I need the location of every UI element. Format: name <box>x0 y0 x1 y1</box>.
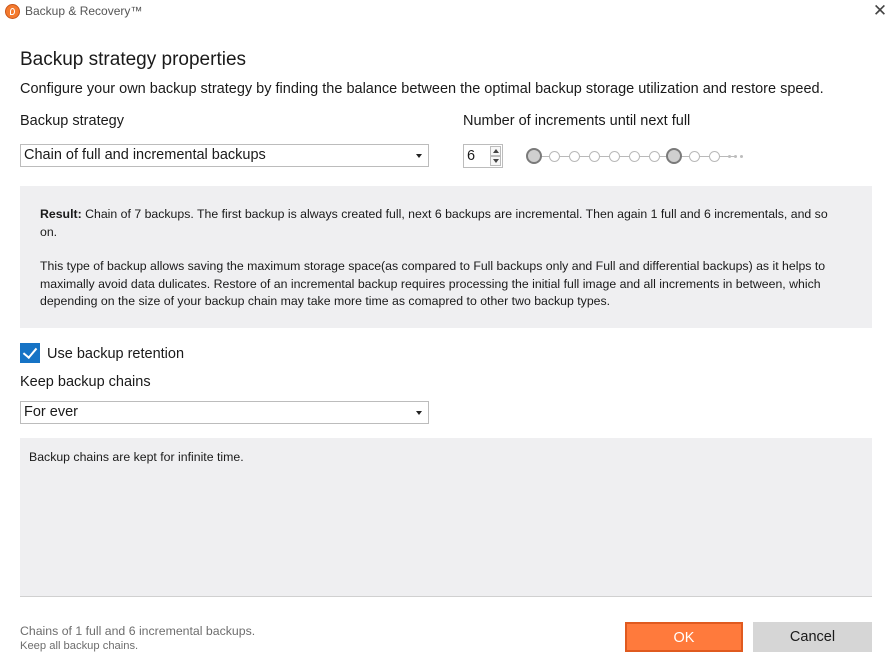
increments-label: Number of increments until next full <box>463 113 691 129</box>
slider-increment-dot[interactable] <box>688 151 700 162</box>
slider-increment-dot[interactable] <box>588 151 600 162</box>
slider-increment-dot[interactable] <box>648 151 660 162</box>
retention-info-text: Backup chains are kept for infinite time… <box>29 450 244 464</box>
slider-more-dot <box>734 155 737 158</box>
result-panel: Result: Chain of 7 backups. The first ba… <box>20 186 872 328</box>
slider-full-dot[interactable] <box>526 148 542 164</box>
chevron-down-icon <box>416 154 422 158</box>
backup-strategy-value: Chain of full and incremental backups <box>24 147 266 163</box>
slider-increment-dot[interactable] <box>708 151 720 162</box>
slider-increment-dot[interactable] <box>548 151 560 162</box>
increments-value: 6 <box>467 148 476 164</box>
slider-increment-dot[interactable] <box>568 151 580 162</box>
retention-info-panel: Backup chains are kept for infinite time… <box>20 438 872 596</box>
page-description: Configure your own backup strategy by fi… <box>20 81 824 97</box>
keep-chains-value: For ever <box>24 404 78 420</box>
slider-more-dot <box>728 155 731 158</box>
keep-chains-label: Keep backup chains <box>20 374 151 390</box>
result-explanation: This type of backup allows saving the ma… <box>40 259 826 308</box>
increments-stepper[interactable]: 6 <box>463 144 503 168</box>
increment-down-button[interactable] <box>490 156 501 166</box>
slider-more-dot <box>740 155 743 158</box>
keep-chains-select[interactable]: For ever <box>20 401 429 424</box>
result-summary: Result: Chain of 7 backups. The first ba… <box>40 206 845 241</box>
cancel-button[interactable]: Cancel <box>753 622 872 652</box>
chevron-down-icon <box>416 411 422 415</box>
app-logo-icon <box>5 4 20 19</box>
divider <box>20 596 872 597</box>
backup-strategy-select[interactable]: Chain of full and incremental backups <box>20 144 429 167</box>
window-title: Backup & Recovery™ <box>25 4 143 18</box>
backup-strategy-label: Backup strategy <box>20 113 124 129</box>
ok-button[interactable]: OK <box>625 622 743 652</box>
result-text: Chain of 7 backups. The first backup is … <box>40 207 828 239</box>
use-retention-checkbox[interactable] <box>20 343 40 363</box>
footer-summary-line2: Keep all backup chains. <box>20 640 139 652</box>
title-bar: Backup & Recovery™ ✕ <box>0 0 891 24</box>
slider-increment-dot[interactable] <box>628 151 640 162</box>
close-button[interactable]: ✕ <box>868 0 891 24</box>
result-label: Result: <box>40 207 82 221</box>
slider-full-dot[interactable] <box>666 148 682 164</box>
page-title: Backup strategy properties <box>20 49 247 70</box>
footer-summary-line1: Chains of 1 full and 6 incremental backu… <box>20 624 256 638</box>
use-retention-label[interactable]: Use backup retention <box>47 346 184 362</box>
increment-up-button[interactable] <box>490 146 501 156</box>
slider-increment-dot[interactable] <box>608 151 620 162</box>
